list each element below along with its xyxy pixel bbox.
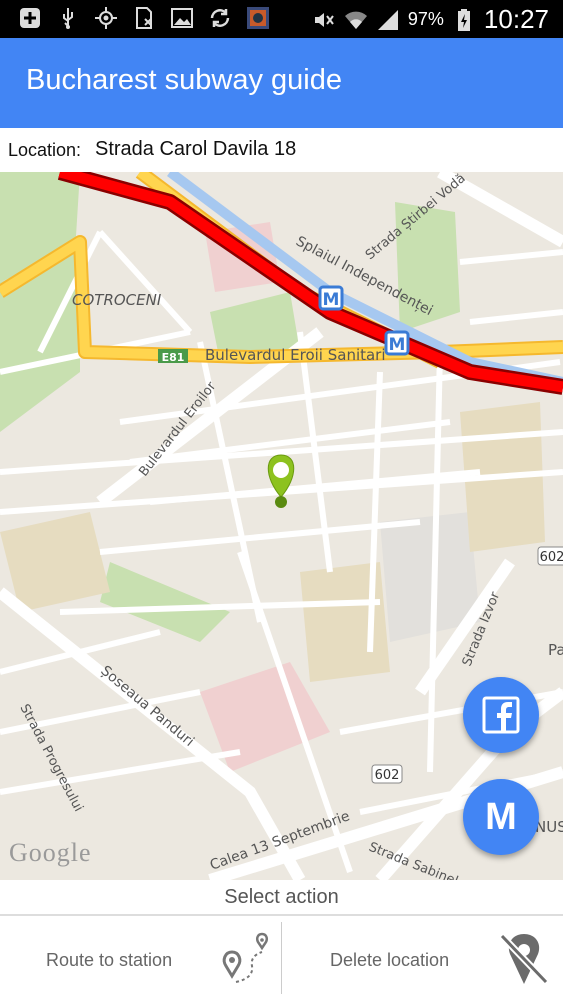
sim-icon bbox=[136, 7, 152, 29]
app-bar: Bucharest subway guide bbox=[0, 38, 563, 128]
metro-station-marker[interactable]: M bbox=[318, 285, 344, 311]
image-icon bbox=[171, 8, 193, 28]
district-label: COTROCENI bbox=[72, 291, 162, 309]
gps-icon bbox=[95, 7, 117, 29]
street-label: Bulevardul Eroii Sanitari bbox=[205, 346, 386, 364]
delete-location-button[interactable]: Delete location bbox=[282, 916, 563, 1000]
app-thumbnail-icon bbox=[247, 7, 269, 29]
action-header: Select action bbox=[0, 880, 563, 916]
location-bar: Location: Strada Carol Davila 18 bbox=[0, 128, 563, 172]
route-shield-label: 602 bbox=[375, 768, 400, 783]
mute-icon bbox=[314, 12, 334, 27]
location-label: Location: bbox=[8, 140, 82, 160]
app-title: Bucharest subway guide bbox=[26, 64, 342, 96]
action-title: Select action bbox=[224, 886, 339, 908]
route-icon bbox=[222, 932, 269, 983]
signal-icon bbox=[377, 9, 398, 30]
status-bar: 97% 10:27 bbox=[0, 0, 563, 38]
route-to-station-label: Route to station bbox=[46, 950, 173, 970]
battery-percent: 97% bbox=[407, 9, 444, 29]
building-area bbox=[300, 562, 390, 682]
metro-button[interactable]: M bbox=[463, 779, 539, 855]
delete-location-icon bbox=[499, 933, 549, 985]
metro-station-label: M bbox=[323, 290, 340, 310]
facebook-share-button[interactable] bbox=[463, 677, 539, 753]
google-logo: Google bbox=[9, 838, 92, 867]
sync-icon bbox=[210, 9, 230, 27]
action-row: Route to station Delete location bbox=[0, 916, 563, 1000]
route-to-station-button[interactable]: Route to station bbox=[0, 916, 281, 1000]
map-label: NUS bbox=[535, 818, 563, 836]
e81-label: E81 bbox=[162, 351, 185, 364]
battery-charging-icon bbox=[457, 8, 470, 31]
wifi-icon bbox=[344, 11, 367, 29]
facebook-icon bbox=[482, 696, 520, 734]
map-label: Pa bbox=[548, 641, 563, 659]
usb-icon bbox=[63, 8, 73, 29]
location-value: Strada Carol Davila 18 bbox=[95, 138, 297, 160]
route-shield-label: 602 bbox=[540, 550, 563, 565]
metro-icon: M bbox=[485, 795, 517, 838]
map-canvas[interactable]: M M E81 602 602 COTROCENI Bulevardul Ero… bbox=[0, 172, 563, 880]
metro-station-label: M bbox=[389, 335, 406, 355]
delete-location-label: Delete location bbox=[330, 950, 450, 970]
add-icon bbox=[20, 8, 40, 28]
metro-station-marker[interactable]: M bbox=[384, 330, 410, 356]
map-view[interactable]: M M E81 602 602 COTROCENI Bulevardul Ero… bbox=[0, 172, 563, 880]
clock: 10:27 bbox=[483, 4, 549, 34]
